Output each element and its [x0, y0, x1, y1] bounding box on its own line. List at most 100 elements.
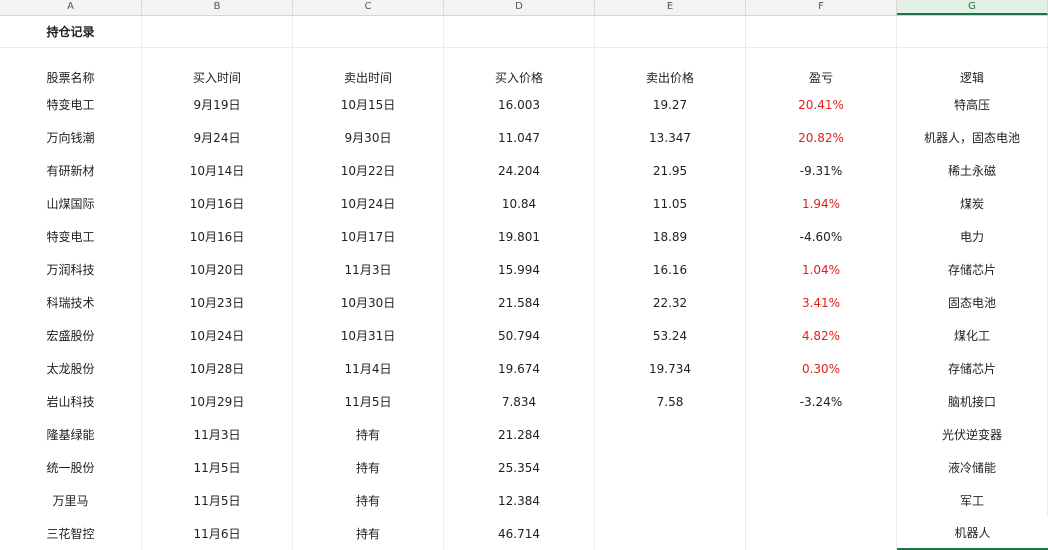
cell-stock-name[interactable]: 万润科技 [0, 253, 142, 286]
cell-logic[interactable]: 煤炭 [897, 187, 1048, 220]
cell-profit-loss[interactable] [746, 517, 897, 550]
cell-buy-date[interactable]: 10月29日 [142, 385, 293, 418]
cell-sell-date[interactable]: 10月17日 [293, 220, 444, 253]
cell-stock-name[interactable]: 岩山科技 [0, 385, 142, 418]
cell[interactable] [444, 16, 595, 48]
cell-logic[interactable]: 煤化工 [897, 319, 1048, 352]
header-cell-profit-loss[interactable]: 盈亏 [746, 48, 897, 88]
cell-buy-date[interactable]: 11月6日 [142, 517, 293, 550]
cell-stock-name[interactable]: 有研新材 [0, 154, 142, 187]
column-header-b[interactable]: B [142, 0, 293, 15]
title-cell[interactable]: 持仓记录 [0, 16, 142, 48]
cell-logic[interactable]: 稀土永磁 [897, 154, 1048, 187]
cell-profit-loss[interactable] [746, 418, 897, 451]
cell-stock-name[interactable]: 特变电工 [0, 220, 142, 253]
header-cell-sell-price[interactable]: 卖出价格 [595, 48, 746, 88]
cell-sell-date[interactable]: 持有 [293, 484, 444, 517]
cell-profit-loss[interactable]: 20.41% [746, 88, 897, 121]
cell-sell-date[interactable]: 10月31日 [293, 319, 444, 352]
cell-logic[interactable]: 液冷储能 [897, 451, 1048, 484]
cell-stock-name[interactable]: 万里马 [0, 484, 142, 517]
cell-buy-date[interactable]: 11月5日 [142, 484, 293, 517]
header-cell-logic[interactable]: 逻辑 [897, 48, 1048, 88]
cell-sell-date[interactable]: 11月4日 [293, 352, 444, 385]
column-header-d[interactable]: D [444, 0, 595, 15]
cell-buy-price[interactable]: 46.714 [444, 517, 595, 550]
cell-sell-date[interactable]: 9月30日 [293, 121, 444, 154]
cell-buy-date[interactable]: 10月23日 [142, 286, 293, 319]
cell-buy-date[interactable]: 10月16日 [142, 220, 293, 253]
column-header-c[interactable]: C [293, 0, 444, 15]
cell-profit-loss[interactable]: 20.82% [746, 121, 897, 154]
cell-buy-price[interactable]: 15.994 [444, 253, 595, 286]
cell-stock-name[interactable]: 山煤国际 [0, 187, 142, 220]
cell-stock-name[interactable]: 科瑞技术 [0, 286, 142, 319]
cell-logic[interactable]: 脑机接口 [897, 385, 1048, 418]
cell-buy-date[interactable]: 10月24日 [142, 319, 293, 352]
cell-profit-loss[interactable]: -4.60% [746, 220, 897, 253]
cell-sell-price[interactable] [595, 451, 746, 484]
cell-profit-loss[interactable]: 4.82% [746, 319, 897, 352]
cell-stock-name[interactable]: 隆基绿能 [0, 418, 142, 451]
header-cell-stock-name[interactable]: 股票名称 [0, 48, 142, 88]
cell-sell-price[interactable] [595, 484, 746, 517]
cell-logic[interactable]: 电力 [897, 220, 1048, 253]
cell-buy-date[interactable]: 10月28日 [142, 352, 293, 385]
cell-profit-loss[interactable] [746, 451, 897, 484]
cell-profit-loss[interactable]: -3.24% [746, 385, 897, 418]
cell-buy-date[interactable]: 11月5日 [142, 451, 293, 484]
cell-sell-date[interactable]: 10月24日 [293, 187, 444, 220]
cell-sell-date[interactable]: 持有 [293, 418, 444, 451]
cell-sell-date[interactable]: 持有 [293, 451, 444, 484]
cell-logic[interactable]: 存储芯片 [897, 352, 1048, 385]
cell-logic[interactable]: 光伏逆变器 [897, 418, 1048, 451]
cell-sell-price[interactable]: 19.734 [595, 352, 746, 385]
header-cell-sell-date[interactable]: 卖出时间 [293, 48, 444, 88]
cell-logic[interactable]: 机器人，固态电池 [897, 121, 1048, 154]
cell-buy-price[interactable]: 10.84 [444, 187, 595, 220]
cell-profit-loss[interactable]: 0.30% [746, 352, 897, 385]
cell-sell-date[interactable]: 10月30日 [293, 286, 444, 319]
cell[interactable] [293, 16, 444, 48]
cell-sell-price[interactable]: 53.24 [595, 319, 746, 352]
cell[interactable] [142, 16, 293, 48]
cell-stock-name[interactable]: 宏盛股份 [0, 319, 142, 352]
cell-stock-name[interactable]: 三花智控 [0, 517, 142, 550]
cell-buy-price[interactable]: 21.584 [444, 286, 595, 319]
cell-buy-date[interactable]: 10月14日 [142, 154, 293, 187]
cell-sell-price[interactable]: 16.16 [595, 253, 746, 286]
cell-sell-price[interactable]: 22.32 [595, 286, 746, 319]
cell-buy-date[interactable]: 9月19日 [142, 88, 293, 121]
cell-sell-date[interactable]: 10月15日 [293, 88, 444, 121]
cell-sell-price[interactable]: 18.89 [595, 220, 746, 253]
cell-buy-date[interactable]: 10月20日 [142, 253, 293, 286]
cell-logic[interactable]: 军工 [897, 484, 1048, 517]
cell-stock-name[interactable]: 太龙股份 [0, 352, 142, 385]
cell-sell-date[interactable]: 10月22日 [293, 154, 444, 187]
cell-sell-price[interactable]: 7.58 [595, 385, 746, 418]
cell-buy-price[interactable]: 12.384 [444, 484, 595, 517]
cell-buy-price[interactable]: 21.284 [444, 418, 595, 451]
cell-stock-name[interactable]: 万向钱潮 [0, 121, 142, 154]
cell-buy-price[interactable]: 25.354 [444, 451, 595, 484]
column-header-g[interactable]: G [897, 0, 1048, 15]
cell-buy-date[interactable]: 11月3日 [142, 418, 293, 451]
column-header-f[interactable]: F [746, 0, 897, 15]
cell-logic[interactable]: 固态电池 [897, 286, 1048, 319]
cell-logic[interactable]: 特高压 [897, 88, 1048, 121]
cell-sell-price[interactable] [595, 418, 746, 451]
column-header-a[interactable]: A [0, 0, 142, 15]
cell-buy-price[interactable]: 11.047 [444, 121, 595, 154]
cell-profit-loss[interactable]: 1.94% [746, 187, 897, 220]
cell-buy-price[interactable]: 24.204 [444, 154, 595, 187]
cell[interactable] [595, 16, 746, 48]
cell[interactable] [746, 16, 897, 48]
cell-buy-price[interactable]: 50.794 [444, 319, 595, 352]
cell-logic[interactable]: 机器人 [897, 517, 1048, 550]
header-cell-buy-date[interactable]: 买入时间 [142, 48, 293, 88]
cell-sell-date[interactable]: 11月5日 [293, 385, 444, 418]
cell-sell-price[interactable]: 11.05 [595, 187, 746, 220]
cell-buy-date[interactable]: 9月24日 [142, 121, 293, 154]
cell-profit-loss[interactable]: -9.31% [746, 154, 897, 187]
cell-buy-price[interactable]: 7.834 [444, 385, 595, 418]
